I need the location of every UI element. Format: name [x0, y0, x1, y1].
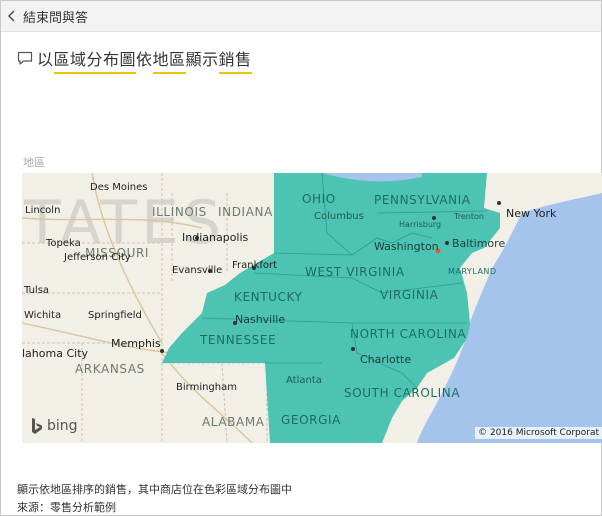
question-text: 以區域分布圖依地區顯示銷售	[37, 46, 252, 74]
city-new-york: New York	[506, 207, 557, 220]
filled-map[interactable]: TATES ILLINOIS INDIANA OHIO PENNSYLVANIA…	[22, 173, 602, 443]
city-tulsa: Tulsa	[24, 285, 50, 296]
state-illinois: ILLINOIS	[152, 205, 207, 219]
speech-bubble-icon	[17, 51, 33, 65]
state-alabama: ALABAMA	[202, 415, 265, 429]
city-charlotte: Charlotte	[360, 353, 412, 366]
bing-icon	[32, 418, 42, 434]
state-south-carolina: SOUTH CAROLINA	[344, 386, 461, 400]
city-springfield: Springfield	[88, 310, 142, 321]
question-term-visual: 區域分布圖	[53, 50, 137, 74]
chevron-left-icon	[8, 10, 15, 22]
state-west-virginia: WEST VIRGINIA	[305, 265, 405, 279]
question-term-region: 地區	[152, 50, 186, 74]
exit-qa-label: 結束問與答	[23, 10, 89, 26]
state-north-carolina: NORTH CAROLINA	[350, 327, 467, 341]
city-memphis: Memphis	[111, 337, 161, 350]
city-topeka: Topeka	[46, 238, 81, 249]
city-harrisburg: Harrisburg	[399, 220, 442, 229]
top-bar: 結束問與答	[1, 1, 601, 32]
city-wichita: Wichita	[24, 310, 62, 321]
city-indianapolis: Indianapolis	[182, 231, 249, 244]
question-word: 顯示	[185, 50, 219, 69]
city-baltimore: Baltimore	[452, 237, 506, 250]
state-arkansas: ARKANSAS	[75, 362, 145, 376]
question-box[interactable]: 以區域分布圖依地區顯示銷售	[17, 46, 252, 74]
state-indiana: INDIANA	[218, 205, 273, 219]
city-frankfort: Frankfort	[232, 260, 278, 271]
state-ohio: OHIO	[302, 192, 336, 206]
state-georgia: GEORGIA	[281, 413, 341, 427]
city-des-moines: Des Moines	[90, 182, 148, 193]
city-nashville: Nashville	[235, 313, 286, 326]
exit-qa-button[interactable]: 結束問與答	[7, 6, 88, 26]
state-maryland: MARYLAND	[448, 267, 497, 276]
state-kentucky: KENTUCKY	[234, 290, 303, 304]
city-trenton: Trenton	[454, 212, 484, 221]
city-atlanta: Atlanta	[286, 375, 322, 386]
city-washington: Washington	[374, 240, 439, 253]
qa-panel: 結束問與答 以區域分布圖依地區顯示銷售 地區 TATES ILLINOIS IN…	[0, 0, 602, 516]
data-source: 來源：零售分析範例	[17, 501, 116, 514]
city-evansville: Evansville	[172, 265, 223, 276]
city-columbus: Columbus	[314, 211, 364, 222]
city-lincoln: Lincoln	[25, 205, 61, 216]
city-oklahoma-city: lahoma City	[22, 347, 89, 360]
city-jefferson-city: Jefferson City	[64, 252, 131, 263]
state-virginia: VIRGINIA	[380, 288, 439, 302]
map-title: 地區	[23, 156, 45, 169]
bing-logo: bing	[30, 417, 78, 435]
map-copyright: © 2016 Microsoft Corporat	[475, 427, 602, 439]
bing-label: bing	[47, 418, 78, 434]
visual-description: 顯示依地區排序的銷售，其中商店位在色彩區域分布圖中	[17, 483, 292, 496]
question-word: 依	[136, 50, 153, 69]
city-birmingham: Birmingham	[176, 382, 237, 393]
question-word: 以	[37, 50, 54, 69]
question-term-sales: 銷售	[218, 50, 252, 74]
state-pennsylvania: PENNSYLVANIA	[374, 193, 471, 207]
state-tennessee: TENNESSEE	[200, 333, 277, 347]
